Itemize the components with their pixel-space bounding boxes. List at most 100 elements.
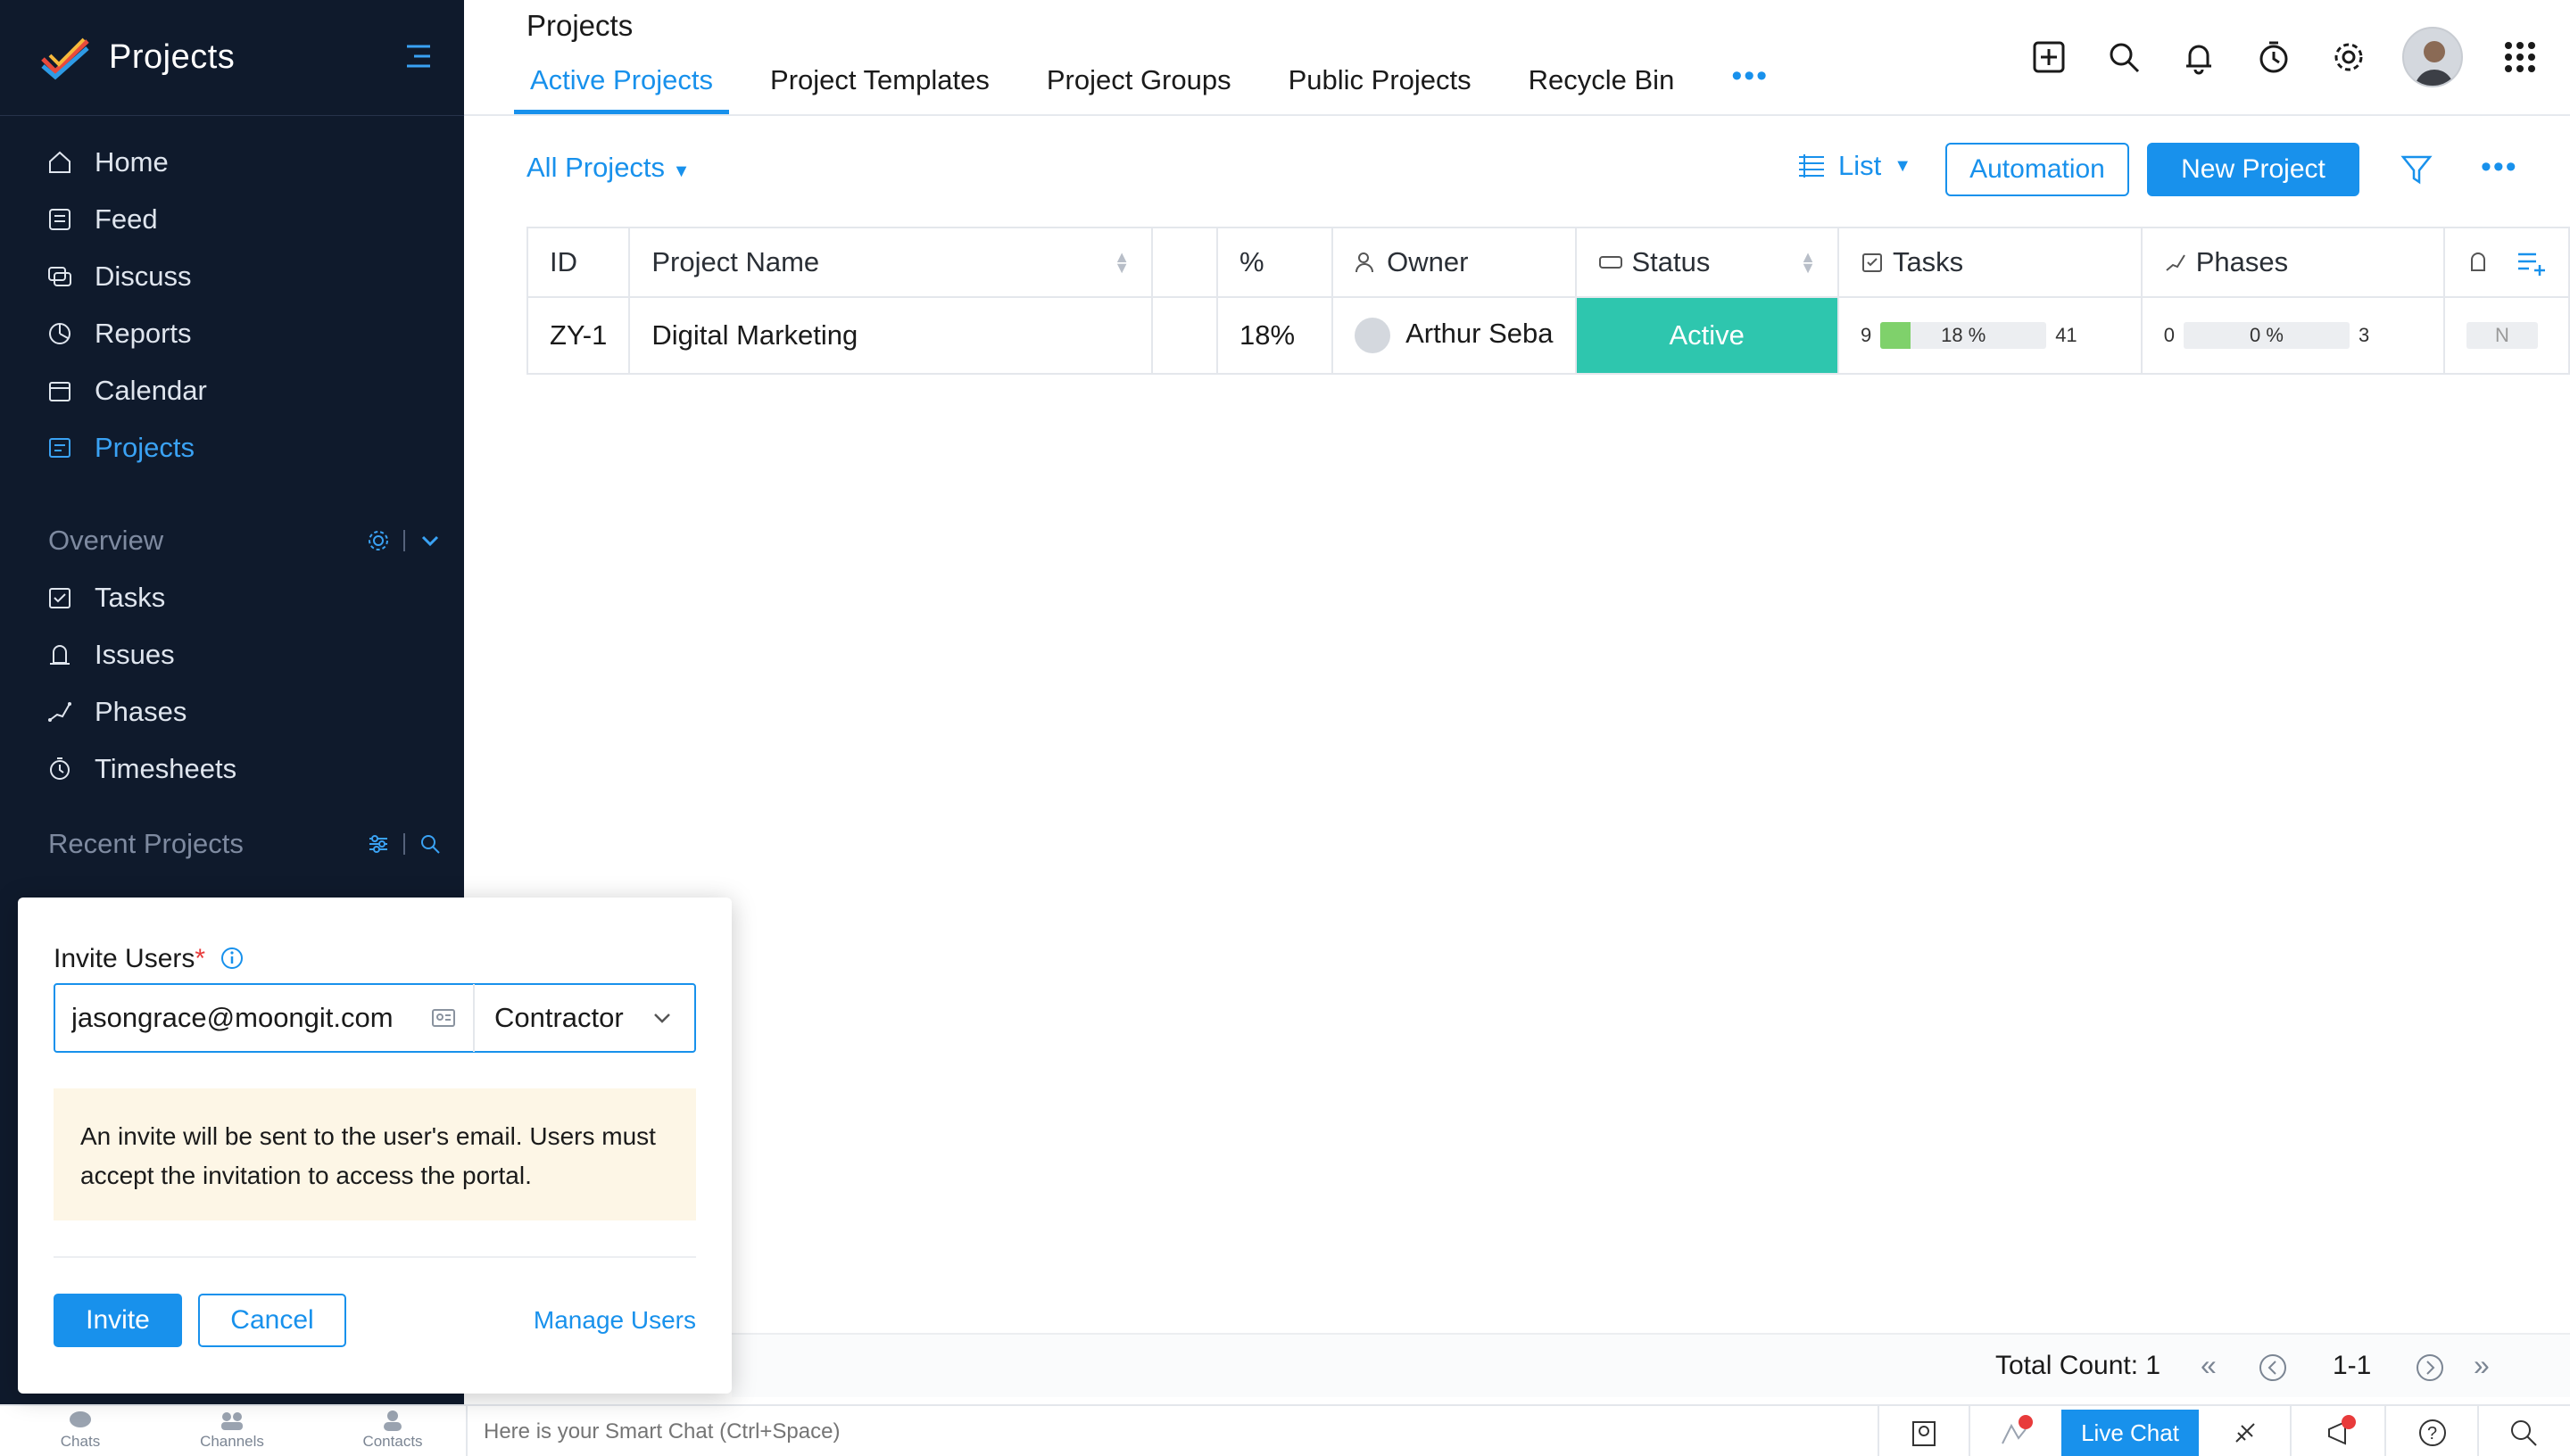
sidebar-item-label: Home	[95, 146, 169, 178]
divider	[403, 530, 405, 551]
cell-tasks: 9 18 % 41	[1836, 296, 2143, 375]
gear-icon[interactable]	[2329, 37, 2368, 77]
apps-grid-icon[interactable]	[2500, 37, 2540, 77]
collapse-menu-icon[interactable]	[402, 41, 434, 71]
sidebar-item-issues[interactable]: Issues	[0, 626, 464, 683]
user-avatar[interactable]	[2402, 27, 2463, 87]
sort-icon[interactable]: ▲ ▼	[1114, 249, 1130, 276]
chats-tab[interactable]: Chats	[0, 1410, 161, 1451]
channels-tab[interactable]: Channels	[152, 1410, 312, 1451]
tasks-icon	[49, 588, 70, 608]
automation-button[interactable]: Automation	[1945, 143, 2129, 196]
contact-card-icon[interactable]	[430, 1005, 457, 1031]
next-page-icon[interactable]	[2415, 1353, 2445, 1383]
projects-logo-icon	[41, 37, 89, 79]
smart-chat-input[interactable]	[468, 1413, 1878, 1451]
sidebar-item-tasks[interactable]: Tasks	[0, 569, 464, 626]
caret-down-icon: ▼	[1894, 155, 1912, 176]
contact-book-icon[interactable]	[1908, 1417, 1940, 1449]
manage-users-link[interactable]: Manage Users	[534, 1306, 696, 1335]
role-select[interactable]: Contractor	[473, 984, 694, 1052]
divider	[54, 1256, 696, 1258]
sidebar-item-label: Feed	[95, 203, 158, 235]
sidebar-item-label: Projects	[95, 432, 195, 463]
tabs-more-icon[interactable]: •••	[1715, 57, 1785, 114]
live-chat-button[interactable]: Live Chat	[2061, 1410, 2199, 1456]
cancel-button[interactable]: Cancel	[198, 1294, 346, 1347]
invite-button[interactable]: Invite	[54, 1294, 182, 1347]
phases-icon	[2166, 254, 2185, 271]
header-actions	[1994, 27, 2570, 87]
sidebar-item-timesheets[interactable]: Timesheets	[0, 740, 464, 798]
column-header-status[interactable]: Status ▲ ▼	[1574, 227, 1839, 298]
sidebar-item-projects[interactable]: Projects	[0, 419, 464, 476]
sidebar-item-phases[interactable]: Phases	[0, 683, 464, 740]
required-marker: *	[195, 944, 206, 973]
prev-page-icon[interactable]	[2258, 1353, 2288, 1383]
sliders-icon[interactable]	[366, 831, 391, 856]
sidebar-item-feed[interactable]: Feed	[0, 191, 464, 248]
sort-icon[interactable]: ▲ ▼	[1800, 249, 1816, 276]
column-header-percent[interactable]: %	[1215, 227, 1334, 298]
new-project-button[interactable]: New Project	[2147, 143, 2359, 196]
filter-icon[interactable]	[2400, 153, 2433, 186]
recent-tools	[366, 831, 443, 856]
search-icon[interactable]	[2508, 1417, 2540, 1449]
column-header-project-name[interactable]: Project Name ▲ ▼	[628, 227, 1154, 298]
search-icon[interactable]	[418, 831, 443, 856]
phases-icon	[48, 702, 71, 722]
add-icon[interactable]	[2029, 37, 2068, 77]
tab-project-groups[interactable]: Project Groups	[1031, 57, 1248, 114]
toolbar-more-icon[interactable]: •••	[2481, 150, 2518, 185]
divider	[1969, 1406, 1970, 1456]
timer-icon[interactable]	[2254, 37, 2293, 77]
sidebar-item-discuss[interactable]: Discuss	[0, 248, 464, 305]
tasks-progress-bar: 18 %	[1880, 322, 2047, 349]
tab-recycle-bin[interactable]: Recycle Bin	[1513, 57, 1691, 114]
search-icon[interactable]	[2104, 37, 2143, 77]
contacts-tab[interactable]: Contacts	[312, 1410, 473, 1451]
all-projects-dropdown[interactable]: All Projects ▼	[526, 152, 690, 184]
gear-icon[interactable]	[366, 528, 391, 553]
sidebar-item-home[interactable]: Home	[0, 134, 464, 191]
sidebar-item-label: Tasks	[95, 582, 166, 613]
plug-icon[interactable]	[2229, 1417, 2261, 1449]
divider	[2290, 1406, 2292, 1456]
info-icon[interactable]	[220, 946, 245, 971]
column-header-issues[interactable]	[2442, 227, 2570, 298]
sidebar-item-label: Reports	[95, 318, 192, 349]
tab-bar: Active Projects Project Templates Projec…	[514, 57, 1810, 116]
total-count: Total Count: 1	[1995, 1351, 2161, 1380]
chevron-down-icon[interactable]	[418, 528, 443, 553]
sidebar-item-reports[interactable]: Reports	[0, 305, 464, 362]
help-icon[interactable]: ?	[2417, 1417, 2449, 1449]
table-row[interactable]: ZY-1 Digital Marketing 18% Arthur Seba A…	[526, 296, 2570, 375]
view-list-dropdown[interactable]: List ▼	[1797, 150, 1911, 182]
cell-project-name[interactable]: Digital Marketing	[628, 296, 1154, 375]
tasks-progress-fill	[1880, 322, 1911, 349]
cell-percent: 18%	[1215, 296, 1334, 375]
tab-active-projects[interactable]: Active Projects	[514, 57, 730, 114]
cell-owner[interactable]: Arthur Seba	[1331, 296, 1577, 375]
sidebar-item-calendar[interactable]: Calendar	[0, 362, 464, 419]
tab-public-projects[interactable]: Public Projects	[1273, 57, 1488, 114]
recent-projects-header: Recent Projects	[0, 815, 464, 873]
status-badge[interactable]: Active	[1574, 296, 1839, 375]
sidebar-item-label: Issues	[95, 639, 175, 670]
column-header-id[interactable]: ID	[526, 227, 631, 298]
column-header-tasks[interactable]: Tasks	[1836, 227, 2143, 298]
invite-email-input[interactable]	[55, 991, 421, 1045]
overview-nav: Tasks Issues Phases Timesheets	[0, 569, 464, 798]
tab-project-templates[interactable]: Project Templates	[754, 57, 1006, 114]
overview-section-header[interactable]: Overview	[0, 512, 464, 569]
first-page-icon[interactable]: «	[2201, 1349, 2217, 1382]
owner-icon	[1355, 252, 1374, 273]
column-header-phases[interactable]: Phases	[2140, 227, 2445, 298]
add-column-icon[interactable]	[2516, 247, 2547, 277]
divider	[2477, 1406, 2479, 1456]
last-page-icon[interactable]: »	[2474, 1349, 2490, 1382]
bell-icon[interactable]	[2179, 37, 2218, 77]
column-header-owner[interactable]: Owner	[1331, 227, 1577, 298]
svg-text:?: ?	[2427, 1424, 2437, 1444]
all-projects-label: All Projects	[526, 152, 666, 183]
